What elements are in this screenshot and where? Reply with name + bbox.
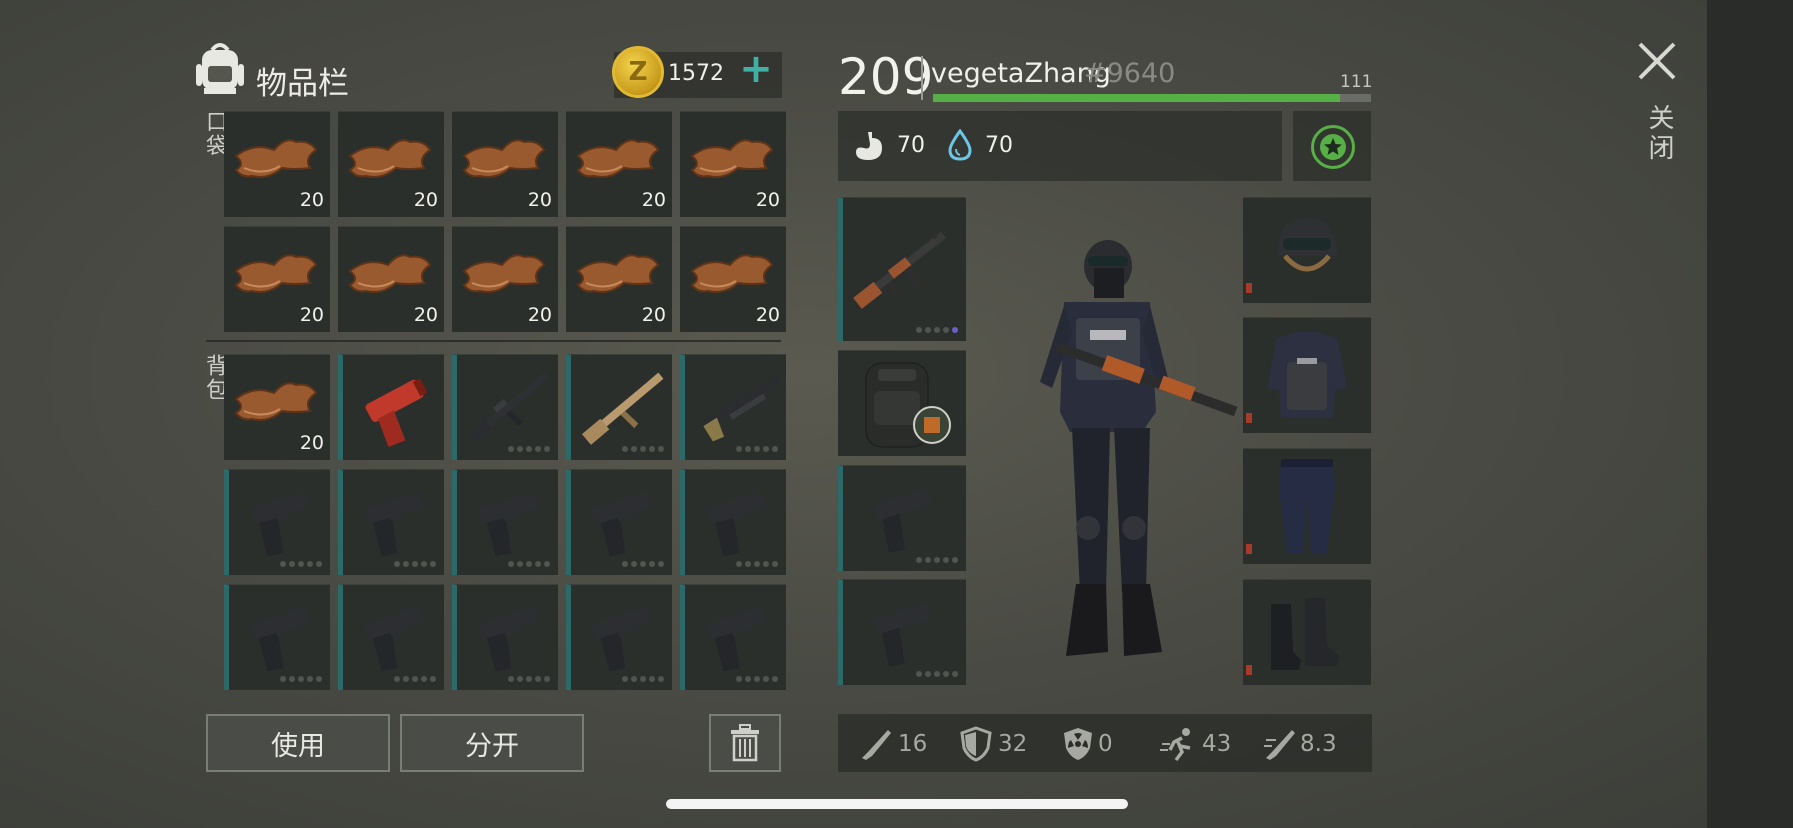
- inventory-slot[interactable]: 20: [338, 111, 444, 217]
- inventory-slot[interactable]: [452, 469, 558, 575]
- running-speed-icon: [1160, 728, 1191, 762]
- inventory-slot[interactable]: 20: [224, 226, 330, 332]
- section-divider: [206, 340, 781, 342]
- close-icon[interactable]: [1636, 40, 1678, 82]
- inventory-slot[interactable]: [680, 469, 786, 575]
- inventory-slot[interactable]: 20: [224, 111, 330, 217]
- inventory-slot[interactable]: [566, 584, 672, 690]
- equip-slot-secondary-weapon[interactable]: [838, 465, 966, 571]
- xp-bar-fill: [933, 94, 1341, 102]
- currency-amount: 1572: [668, 61, 724, 86]
- durability-dots: [622, 561, 664, 567]
- item-quantity: 20: [641, 189, 666, 211]
- inventory-slot[interactable]: 20: [680, 226, 786, 332]
- item-quantity: 20: [299, 304, 324, 326]
- defense-value: 32: [998, 731, 1028, 757]
- hunger-value: 70: [897, 133, 925, 158]
- inventory-slot[interactable]: [680, 354, 786, 460]
- thirst-value: 70: [985, 133, 1013, 158]
- xp-value: 111: [1340, 72, 1373, 92]
- equip-slot-melee[interactable]: [838, 579, 966, 685]
- split-button[interactable]: 分开: [400, 714, 584, 772]
- coin-icon: Z: [612, 46, 664, 98]
- equip-slot-backpack[interactable]: [838, 350, 966, 456]
- tactical-backpack-icon: [865, 362, 951, 448]
- stealth-value: 8.3: [1300, 731, 1337, 757]
- right-edge-band: [1707, 0, 1793, 828]
- attack-value: 16: [898, 731, 928, 757]
- item-quantity: 20: [527, 304, 552, 326]
- durability-dots: [280, 676, 322, 682]
- home-indicator[interactable]: [666, 799, 1128, 809]
- inventory-slot[interactable]: 20: [566, 226, 672, 332]
- inventory-slot[interactable]: [680, 584, 786, 690]
- durability-dots: [622, 676, 664, 682]
- durability-dots: [736, 561, 778, 567]
- durability-dots: [508, 676, 550, 682]
- star-icon: [1320, 134, 1346, 160]
- inventory-slot[interactable]: [338, 469, 444, 575]
- equip-slot-primary-weapon[interactable]: [838, 197, 966, 341]
- inventory-slot[interactable]: [452, 354, 558, 460]
- inventory-slot[interactable]: 20: [452, 111, 558, 217]
- inventory-slot[interactable]: [224, 584, 330, 690]
- trash-icon: [731, 724, 759, 762]
- inventory-slot[interactable]: [224, 469, 330, 575]
- item-quantity: 20: [755, 189, 780, 211]
- inventory-slot[interactable]: [566, 469, 672, 575]
- inventory-slot[interactable]: 20: [680, 111, 786, 217]
- item-quantity: 20: [299, 432, 324, 454]
- inventory-slot[interactable]: [338, 584, 444, 690]
- backpack-icon: [196, 43, 244, 94]
- durability-dots: [736, 446, 778, 452]
- durability-dots: [622, 446, 664, 452]
- item-quantity: 20: [755, 304, 780, 326]
- ak47-icon: [853, 231, 946, 309]
- item-quantity: 20: [527, 189, 552, 211]
- durability-dots: [916, 671, 958, 677]
- radiation-shield-icon: [1064, 728, 1092, 760]
- inventory-slot[interactable]: 20: [224, 354, 330, 460]
- water-drop-icon: [948, 129, 972, 161]
- shield-icon: [960, 726, 992, 762]
- stomach-icon: [856, 132, 882, 160]
- durability-dots: [508, 561, 550, 567]
- player-level: 209: [838, 48, 934, 106]
- inventory-slot[interactable]: [338, 354, 444, 460]
- durability-dots: [916, 557, 958, 563]
- item-quantity: 20: [641, 304, 666, 326]
- inventory-slot[interactable]: 20: [338, 226, 444, 332]
- xp-bar: [933, 94, 1371, 102]
- trash-button[interactable]: [709, 714, 781, 772]
- knife-attack-icon: [862, 730, 891, 760]
- durability-dots: [280, 561, 322, 567]
- durability-dots: [394, 561, 436, 567]
- character-model: [1040, 240, 1238, 656]
- durability-dots: [394, 676, 436, 682]
- speed-value: 43: [1202, 731, 1232, 757]
- use-button[interactable]: 使用: [206, 714, 390, 772]
- inventory-title: 物品栏: [256, 66, 349, 102]
- inventory-slot[interactable]: [566, 354, 672, 460]
- durability-dots: [508, 446, 550, 452]
- radiation-value: 0: [1098, 731, 1113, 757]
- item-quantity: 20: [413, 189, 438, 211]
- inventory-slot[interactable]: 20: [566, 111, 672, 217]
- inventory-slot[interactable]: 20: [452, 226, 558, 332]
- stealth-knife-icon: [1264, 730, 1295, 760]
- inventory-slot[interactable]: [452, 584, 558, 690]
- coin-letter: Z: [628, 57, 648, 87]
- header-separator: [921, 56, 923, 100]
- durability-dots: [916, 327, 958, 333]
- durability-dots: [736, 676, 778, 682]
- item-quantity: 20: [413, 304, 438, 326]
- close-label[interactable]: 关闭: [1641, 104, 1678, 164]
- player-tag: #9640: [1084, 58, 1176, 89]
- add-currency-button[interactable]: +: [738, 49, 774, 90]
- item-quantity: 20: [299, 189, 324, 211]
- perk-button[interactable]: [1311, 125, 1355, 169]
